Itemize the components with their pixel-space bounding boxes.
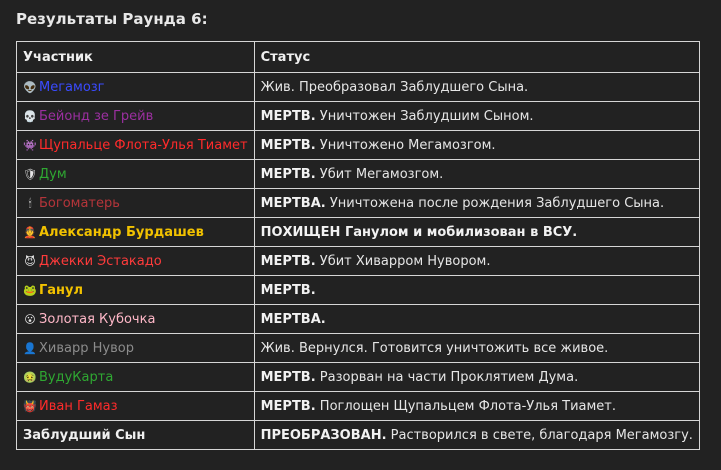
status-description: Разорван на части Проклятием Дума. [315, 369, 579, 385]
participant-cell: 👾 Щупальце Флота-Улья Тиамет [16, 130, 255, 160]
status-label: ПОХИЩЕН Ганулом и мобилизован в ВСУ. [260, 224, 578, 240]
status-description: Растворился в свете, благодаря Мегамозгу… [386, 427, 693, 443]
candle-icon: 🕯 [28, 196, 32, 210]
table-row: 🛡 Дум МЕРТВ. Убит Мегамозгом. [16, 159, 700, 189]
table-row: 👤 Хиварр Нувор Жив. Вернулся. Готовится ун… [16, 333, 700, 363]
status-cell: ПРЕОБРАЗОВАН. Растворился в свете, благо… [253, 420, 700, 450]
status-cell: МЕРТВ. Убит Мегамозгом. [253, 159, 700, 189]
status-label: МЕРТВА. [260, 195, 326, 211]
page-title: Результаты Раунда 6: [16, 10, 208, 28]
participant-cell: 👹 Иван Гамаз [16, 391, 255, 421]
table-row: 💀 Бейонд зе Грейв МЕРТВ. Уничтожен Заблудш… [16, 101, 700, 131]
figure-icon: 👤 [23, 341, 37, 355]
frog-icon: 🐸 [23, 283, 37, 297]
participant-cell: 👽 Мегамозг [16, 72, 255, 102]
status-cell: МЕРТВА. [253, 304, 700, 334]
status-label: МЕРТВ. [260, 166, 316, 182]
column-header-participant: Участник [16, 41, 255, 73]
participant-name: Дум [39, 166, 67, 182]
space-invader-icon: 👾 [23, 138, 37, 152]
status-cell: МЕРТВ. Уничтожен Заблудшим Сыном. [253, 101, 700, 131]
status-label: МЕРТВ. [260, 369, 316, 385]
skull-icon: 💀 [23, 109, 37, 123]
status-cell: МЕРТВА. Уничтожена после рождения Заблуд… [253, 188, 700, 218]
status-cell: ПОХИЩЕН Ганулом и мобилизован в ВСУ. [253, 217, 700, 247]
devil-icon: 😈 [24, 254, 36, 268]
table-row: 😮 Золотая Кубочка МЕРТВА. [16, 304, 700, 334]
status-description: Жив. Вернулся. Готовится уничтожить все … [260, 340, 609, 356]
participant-name: ВудуКарта [39, 369, 114, 385]
table-row: 🤢 ВудуКарта МЕРТВ. Разорван на части Прокл… [16, 362, 700, 392]
status-label: МЕРТВ. [260, 137, 316, 153]
helmet-icon: 🛡 [23, 167, 37, 181]
participant-cell: 💀 Бейонд зе Грейв [16, 101, 255, 131]
status-description: Поглощен Щупальцем Флота-Улья Тиамет. [315, 398, 617, 414]
status-label: МЕРТВ. [260, 282, 316, 298]
status-label: МЕРТВ. [260, 398, 316, 414]
status-cell: Жив. Преобразовал Заблудшего Сына. [253, 72, 700, 102]
participant-name: Мегамозг [39, 79, 105, 95]
ogre-icon: 👹 [23, 399, 37, 413]
status-cell: Жив. Вернулся. Готовится уничтожить все … [253, 333, 700, 363]
participant-name: Заблудший Сын [23, 427, 146, 443]
participant-name: Джекки Эстакадо [39, 253, 162, 269]
table-row: 👹 Иван Гамаз МЕРТВ. Поглощен Щупальцем Фло… [16, 391, 700, 421]
sick-face-icon: 🤢 [23, 370, 37, 384]
status-cell: МЕРТВ. Убит Хиварром Нувором. [253, 246, 700, 276]
status-description: Жив. Преобразовал Заблудшего Сына. [260, 79, 529, 95]
status-cell: МЕРТВ. Уничтожено Мегамозгом. [253, 130, 700, 160]
participant-cell: 👲 Александр Бурдашев [16, 217, 255, 247]
participant-name: Бейонд зе Грейв [39, 108, 154, 124]
status-description: Уничтожен Заблудшим Сыном. [315, 108, 534, 124]
table-row: 😈 Джекки Эстакадо МЕРТВ. Убит Хиварром Нув… [16, 246, 700, 276]
participant-cell: 😮 Золотая Кубочка [16, 304, 255, 334]
participant-cell: 😈 Джекки Эстакадо [16, 246, 255, 276]
participant-name: Богоматерь [39, 195, 120, 211]
status-description: Убит Хиварром Нувором. [315, 253, 491, 269]
status-description: Уничтожено Мегамозгом. [315, 137, 496, 153]
participant-cell: 👤 Хиварр Нувор [16, 333, 255, 363]
status-label: МЕРТВ. [260, 253, 316, 269]
face-icon: 😮 [24, 312, 36, 326]
participant-cell: 🤢 ВудуКарта [16, 362, 255, 392]
table-row: Заблудший Сын ПРЕОБРАЗОВАН. Растворился в… [16, 420, 700, 450]
participant-cell: Заблудший Сын [16, 420, 255, 450]
table-row: 🕯 Богоматерь МЕРТВА. Уничтожена после рожд… [16, 188, 700, 218]
table-row: 🐸 Ганул МЕРТВ. [16, 275, 700, 305]
participant-name: Золотая Кубочка [39, 311, 156, 327]
participant-name: Александр Бурдашев [39, 224, 204, 240]
status-cell: МЕРТВ. Разорван на части Проклятием Дума… [253, 362, 700, 392]
person-icon: 👲 [23, 225, 37, 239]
table-header-row: Участник Статус [16, 41, 700, 73]
status-description: Уничтожена после рождения Заблудшего Сын… [325, 195, 665, 211]
status-cell: МЕРТВ. [253, 275, 700, 305]
participant-name: Иван Гамаз [39, 398, 118, 414]
alien-icon: 👽 [23, 80, 37, 94]
participant-cell: 🐸 Ганул [16, 275, 255, 305]
table-row: 👽 Мегамозг Жив. Преобразовал Заблудшего Сы… [16, 72, 700, 102]
status-label: МЕРТВ. [260, 108, 316, 124]
results-table: Участник Статус 👽 Мегамозг Жив. Преобразов… [16, 41, 700, 450]
table-row: 👲 Александр Бурдашев ПОХИЩЕН Ганулом и моб… [16, 217, 700, 247]
participant-name: Ганул [39, 282, 84, 298]
participant-name: Щупальце Флота-Улья Тиамет [39, 137, 248, 153]
status-cell: МЕРТВ. Поглощен Щупальцем Флота-Улья Тиа… [253, 391, 700, 421]
participant-name: Хиварр Нувор [39, 340, 134, 356]
table-row: 👾 Щупальце Флота-Улья Тиамет МЕРТВ. Уничто… [16, 130, 700, 160]
status-label: ПРЕОБРАЗОВАН. [260, 427, 387, 443]
status-description: Убит Мегамозгом. [315, 166, 444, 182]
column-header-status: Статус [253, 41, 700, 73]
status-label: МЕРТВА. [260, 311, 326, 327]
participant-cell: 🕯 Богоматерь [16, 188, 255, 218]
participant-cell: 🛡 Дум [16, 159, 255, 189]
